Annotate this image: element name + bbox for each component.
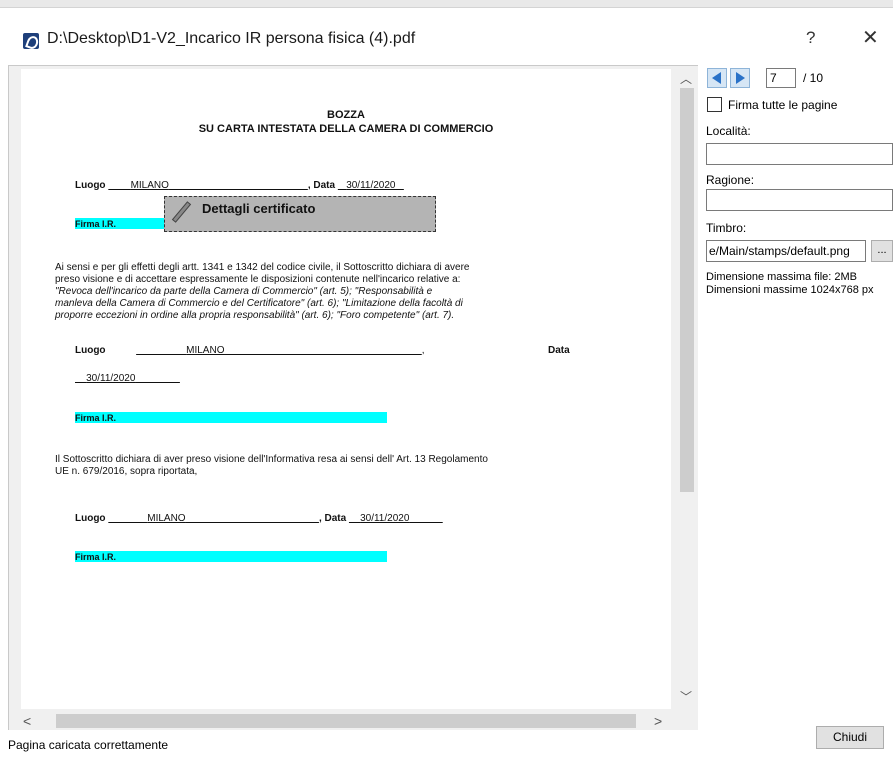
paragraph1-line4: manleva della Camera di Commercio e del … [55,298,463,309]
date-value: 30/11/2020 [346,180,396,191]
paragraph1-line3: "Revoca dell'incarico da parte della Cam… [55,286,433,297]
data-label: , Data [307,180,336,191]
certificate-label: Dettagli certificato [202,201,316,216]
doc-title-line1: BOZZA [327,109,365,121]
luogo-label: Luogo [75,513,106,524]
vertical-scrollbar[interactable]: ︿ ﹀ [676,66,698,711]
page-total: / 10 [803,71,824,85]
city-value: MILANO [186,345,225,356]
scroll-left-icon[interactable]: < [23,713,31,729]
app-icon [23,33,39,49]
paragraph1-line5: proporre eccezioni in ordine alla propri… [55,310,455,321]
timbro-label: Timbro: [706,221,747,235]
max-file-size-text: Dimensione massima file: 2MB [706,271,857,283]
vertical-scroll-thumb[interactable] [680,88,694,492]
arrow-left-icon [712,72,721,84]
close-icon[interactable]: ✕ [862,25,879,50]
firma-label: Firma I.R. [75,219,117,229]
city-value: MILANO [147,513,186,524]
title-bar: D:\Desktop\D1-V2_Incarico IR persona fis… [0,8,893,58]
page-number-input[interactable] [766,68,796,88]
doc-title-line2: SU CARTA INTESTATA DELLA CAMERA DI COMME… [198,123,494,135]
close-button[interactable]: Chiudi [816,726,884,749]
signature-field[interactable] [75,412,387,423]
next-page-button[interactable] [730,68,750,88]
scroll-down-icon[interactable]: ﹀ [680,688,692,705]
background-window-strip [0,0,893,8]
luogo-label: Luogo [75,345,106,356]
ragione-input[interactable] [706,189,893,211]
sign-all-pages-checkbox[interactable] [707,97,722,112]
signature-field[interactable] [75,551,387,562]
data-label-2: Data [548,345,570,356]
pen-icon [171,201,192,223]
ragione-label: Ragione: [706,173,755,187]
arrow-right-icon [736,72,745,84]
horizontal-scroll-thumb[interactable] [56,714,636,728]
paragraph1-line2: preso visione e di accettare espressamen… [55,274,461,285]
pdf-viewer[interactable]: BOZZA SU CARTA INTESTATA DELLA CAMERA DI… [8,65,698,730]
luogo-label: Luogo [75,180,106,191]
paragraph2-line1: Il Sottoscritto dichiara di aver preso v… [55,454,488,465]
firma-label: Firma I.R. [75,413,117,423]
window-title: D:\Desktop\D1-V2_Incarico IR persona fis… [47,30,416,47]
certificate-details-box[interactable]: Dettagli certificato [164,196,436,232]
city-value: MILANO [130,180,169,191]
localita-label: Località: [706,124,751,138]
timbro-input[interactable] [706,240,866,262]
luogo-line-1: Luogo MILANO , Data 30/11/2020 [75,180,404,191]
paragraph1-line1: Ai sensi e per gli effetti degli artt. 1… [55,262,470,273]
horizontal-scrollbar[interactable]: < > [9,711,698,730]
data-label: , Data [318,513,347,524]
luogo-line-2: Luogo MILANO , [75,345,425,356]
signature-options-panel: / 10 Firma tutte le pagine Località: Rag… [704,65,893,749]
firma-label: Firma I.R. [75,552,117,562]
prev-page-button[interactable] [707,68,727,88]
date-value: 30/11/2020 [86,373,136,384]
date-line-2: 30/11/2020 [75,373,180,384]
status-bar-text: Pagina caricata correttamente [8,738,169,752]
max-dimensions-text: Dimensioni massime 1024x768 px [706,284,874,296]
luogo-line-3: Luogo MILANO , Data 30/11/2020 [75,513,443,524]
browse-button[interactable]: ... [871,240,893,262]
date-value: 30/11/2020 [360,513,410,524]
scroll-right-icon[interactable]: > [654,713,662,729]
help-button[interactable]: ? [806,28,815,48]
scroll-up-icon[interactable]: ︿ [680,70,692,87]
pdf-page: BOZZA SU CARTA INTESTATA DELLA CAMERA DI… [21,69,671,709]
sign-all-pages-label[interactable]: Firma tutte le pagine [728,98,837,112]
paragraph2-line2: UE n. 679/2016, sopra riportata, [55,466,198,477]
localita-input[interactable] [706,143,893,165]
